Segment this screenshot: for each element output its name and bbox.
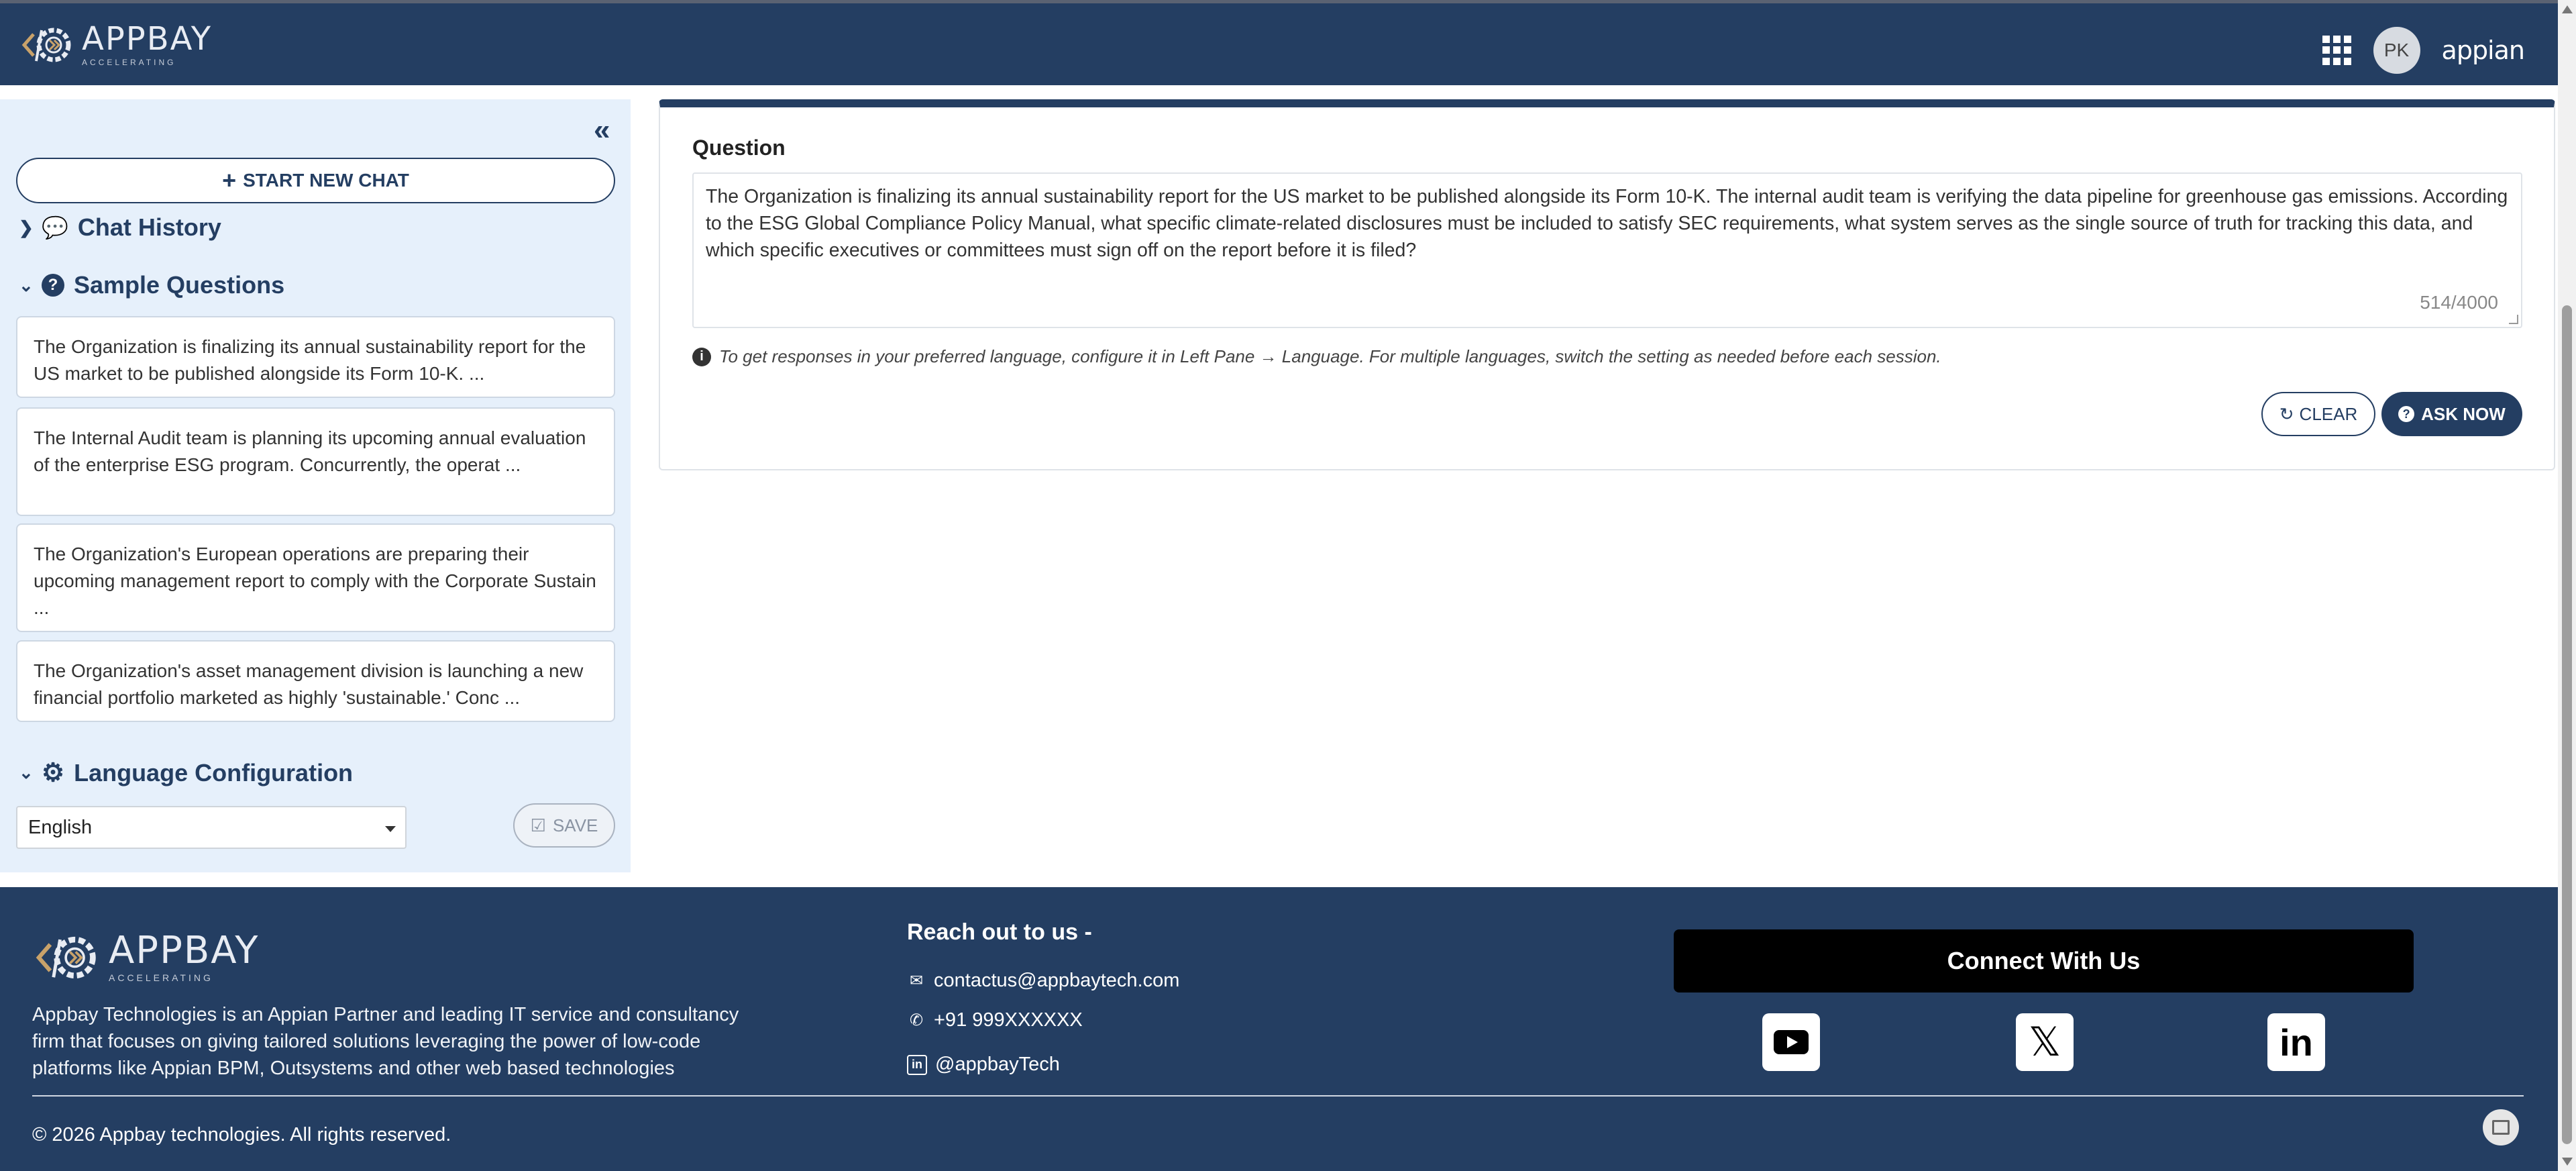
phone-contact[interactable]: ✆ +91 999XXXXXX — [907, 1009, 1083, 1031]
copyright-text: © 2026 Appbay technologies. All rights r… — [32, 1124, 451, 1145]
x-twitter-link[interactable]: 𝕏 — [2016, 1013, 2074, 1071]
question-card: Question The Organization is finalizing … — [659, 99, 2555, 470]
logo-gear-icon — [36, 936, 96, 979]
language-config-label: Language Configuration — [74, 758, 354, 786]
reach-out-heading: Reach out to us - — [907, 919, 1092, 945]
question-textarea[interactable]: The Organization is finalizing its annua… — [692, 172, 2522, 328]
language-hint-text: To get responses in your preferred langu… — [719, 346, 1941, 366]
youtube-link[interactable] — [1762, 1013, 1820, 1071]
question-circle-icon: ? — [2398, 406, 2415, 422]
chevron-down-icon: ⌄ — [19, 274, 34, 295]
logo-wordmark: APPBAY — [82, 20, 213, 58]
footer-appbay-logo: APPBAY ACCELERATING — [32, 924, 259, 991]
scroll-thumb[interactable] — [2562, 305, 2572, 1144]
email-text: contactus@appbaytech.com — [934, 970, 1180, 991]
top-header: APPBAY ACCELERATING PK appian — [0, 0, 2558, 85]
language-selected-value: English — [28, 816, 93, 838]
youtube-icon — [1774, 1030, 1809, 1054]
language-select[interactable]: English — [16, 806, 407, 849]
company-description: Appbay Technologies is an Appian Partner… — [32, 1004, 739, 1079]
x-twitter-icon: 𝕏 — [2028, 1019, 2061, 1066]
save-language-button[interactable]: ☑ SAVE — [513, 803, 615, 848]
resize-handle-icon[interactable] — [2509, 315, 2518, 324]
chat-history-toggle[interactable]: ❯ 💬 Chat History — [19, 213, 221, 242]
appian-brand-logo: appian — [2441, 36, 2525, 65]
linkedin-icon: in — [2279, 1021, 2313, 1064]
user-avatar[interactable]: PK — [2373, 27, 2420, 74]
phone-text: +91 999XXXXXX — [934, 1009, 1083, 1031]
footer-logo-wordmark: APPBAY — [109, 929, 260, 972]
sample-questions-toggle[interactable]: ⌄ ? Sample Questions — [19, 271, 284, 299]
caret-down-icon — [385, 826, 396, 832]
sample-question-card[interactable]: The Organization's asset management divi… — [16, 640, 615, 722]
connect-with-us-banner: Connect With Us — [1674, 929, 2414, 992]
start-new-chat-label: START NEW CHAT — [243, 170, 409, 191]
save-label: SAVE — [552, 815, 598, 835]
sample-question-card[interactable]: The Organization is finalizing its annua… — [16, 316, 615, 398]
language-config-toggle[interactable]: ⌄ ⚙ Language Configuration — [19, 758, 353, 788]
appbay-logo[interactable]: APPBAY ACCELERATING — [19, 18, 212, 72]
ask-now-button[interactable]: ? ASK NOW — [2381, 392, 2522, 436]
chat-history-label: Chat History — [77, 213, 221, 241]
question-circle-icon: ? — [42, 274, 64, 297]
phone-icon: ✆ — [909, 1011, 924, 1029]
plus-icon: + — [222, 166, 237, 194]
start-new-chat-button[interactable]: + START NEW CHAT — [16, 158, 615, 203]
email-contact[interactable]: ✉ contactus@appbaytech.com — [907, 970, 1179, 992]
envelope-icon: ✉ — [909, 972, 924, 990]
chevron-down-icon: ⌄ — [19, 762, 34, 782]
logo-gear-icon — [21, 28, 71, 62]
question-label: Question — [692, 136, 786, 160]
page-footer: APPBAY ACCELERATING Appbay Technologies … — [0, 887, 2558, 1171]
gear-icon: ⚙ — [42, 759, 65, 787]
logo-tagline: ACCELERATING — [82, 58, 176, 67]
linkedin-handle: @appbayTech — [935, 1054, 1060, 1075]
comments-icon: 💬 — [42, 215, 68, 240]
page-scrollbar[interactable] — [2558, 0, 2576, 1171]
clear-label: CLEAR — [2299, 403, 2358, 424]
ask-now-label: ASK NOW — [2421, 403, 2506, 424]
left-pane: « + START NEW CHAT ❯ 💬 Chat History ⌄ ? … — [0, 99, 631, 872]
character-counter: 514/4000 — [2420, 292, 2498, 313]
feedback-widget-icon[interactable] — [2483, 1109, 2519, 1145]
footer-logo-tagline: ACCELERATING — [109, 972, 213, 983]
collapse-pane-icon[interactable]: « — [594, 115, 610, 145]
question-text: The Organization is finalizing its annua… — [706, 186, 2508, 261]
footer-divider — [32, 1095, 2524, 1097]
sample-question-card[interactable]: The Internal Audit team is planning its … — [16, 407, 615, 516]
sample-questions-label: Sample Questions — [74, 271, 285, 299]
clear-button[interactable]: ↻ CLEAR — [2261, 392, 2375, 436]
linkedin-icon: in — [907, 1054, 927, 1075]
scroll-up-arrow-icon[interactable] — [2562, 5, 2573, 13]
info-icon: i — [692, 347, 711, 366]
apps-grid-icon[interactable] — [2322, 36, 2352, 65]
scroll-down-arrow-icon[interactable] — [2562, 1158, 2573, 1166]
linkedin-contact[interactable]: in @appbayTech — [907, 1054, 1060, 1076]
refresh-icon: ↻ — [2279, 403, 2294, 424]
language-hint: i To get responses in your preferred lan… — [692, 346, 1941, 367]
check-square-icon: ☑ — [530, 815, 546, 835]
chevron-right-icon: ❯ — [19, 217, 34, 238]
linkedin-link[interactable]: in — [2267, 1013, 2325, 1071]
sample-question-card[interactable]: The Organization's European operations a… — [16, 523, 615, 632]
